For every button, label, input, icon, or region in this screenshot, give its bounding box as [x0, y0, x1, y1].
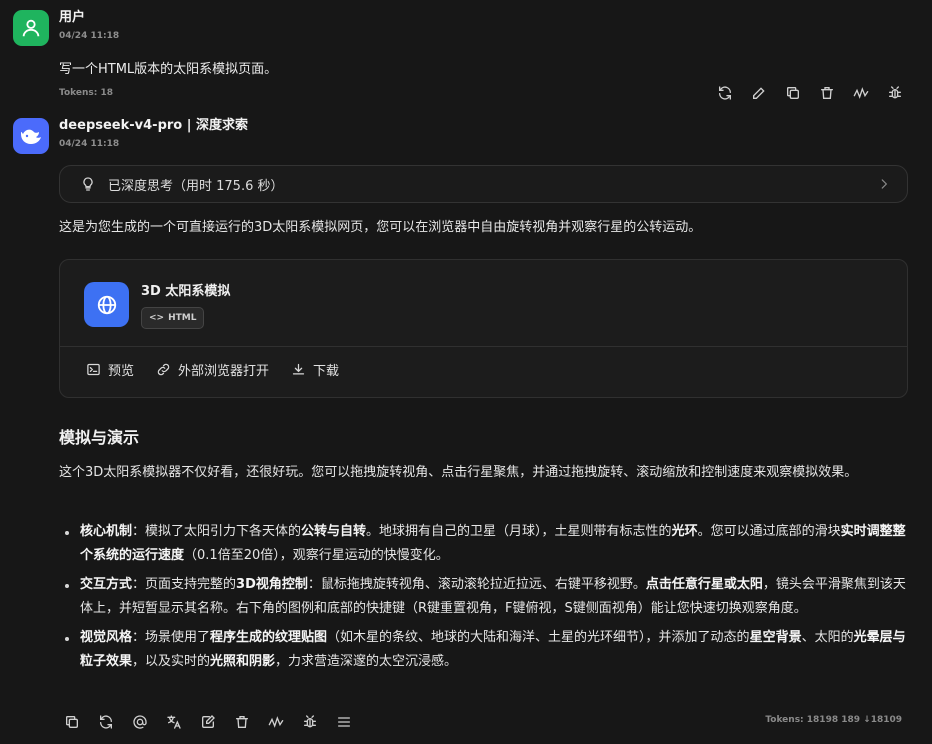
artifact-icon-box: [84, 282, 129, 327]
preview-label: 预览: [108, 364, 135, 379]
refresh-icon: [719, 86, 731, 100]
list-text: 、太阳的: [801, 630, 854, 645]
list-text: 。您可以通过底部的滑块: [697, 524, 841, 539]
list-text: ：场景使用了: [132, 630, 211, 645]
user-action-bar: [708, 82, 912, 104]
bold-text: 程序生成的纹理贴图: [210, 630, 328, 645]
debug-button[interactable]: [878, 82, 912, 104]
section-heading: 模拟与演示: [59, 428, 140, 447]
user-icon: [22, 19, 40, 37]
delete-icon: [821, 87, 833, 99]
bullet-dot: [65, 584, 69, 588]
chat-page: 用户 04/24 11:18 写一个HTML版本的太阳系模拟页面。 Tokens…: [0, 0, 932, 744]
lightbulb-icon: [83, 177, 93, 191]
bold-text: 核心机制: [80, 524, 133, 539]
mention-icon: [133, 715, 147, 729]
wave-icon: [853, 87, 869, 99]
chevron-right-icon: [881, 179, 888, 189]
bullet-dot: [65, 637, 69, 641]
thinking-label: 已深度思考（用时 175.6 秒）: [108, 178, 284, 194]
feature-list: 核心机制：模拟了太阳引力下各天体的公转与自转。地球拥有自己的卫星（月球），土星则…: [62, 520, 912, 679]
edit-note-icon: [202, 715, 215, 728]
list-item: 核心机制：模拟了太阳引力下各天体的公转与自转。地球拥有自己的卫星（月球），土星则…: [62, 520, 912, 568]
user-tokens: Tokens: 18: [59, 88, 113, 98]
list-text: ：模拟了太阳引力下各天体的: [132, 524, 302, 539]
list-text: ，力求营造深邃的太空沉浸感。: [275, 654, 458, 669]
menu-icon: [338, 717, 350, 727]
delete-icon: [236, 716, 248, 728]
user-avatar[interactable]: [13, 10, 49, 46]
user-message-header: 用户 04/24 11:18: [13, 10, 119, 46]
assistant-intro: 这是为您生成的一个可直接运行的3D太阳系模拟网页，您可以在浏览器中自由旋转视角并…: [59, 220, 702, 235]
section-paragraph: 这个3D太阳系模拟器不仅好看，还很好玩。您可以拖拽旋转视角、点击行星聚焦，并通过…: [59, 465, 858, 480]
bug-icon: [304, 715, 316, 728]
artifact-actions: 预览 外部浏览器打开 下载: [86, 360, 361, 379]
translate-button[interactable]: [157, 711, 191, 733]
list-text: ：鼠标拖拽旋转视角、滚动滚轮拉近拉远、右键平移视野。: [307, 577, 646, 592]
artifact-card-header[interactable]: 3D 太阳系模拟 <> HTML: [60, 260, 907, 347]
edit-button[interactable]: [742, 82, 776, 104]
list-item: 交互方式：页面支持完整的3D视角控制：鼠标拖拽旋转视角、滚动滚轮拉近拉远、右键平…: [62, 573, 912, 621]
wave-button[interactable]: [259, 711, 293, 733]
copy-button[interactable]: [776, 82, 810, 104]
copy-icon: [787, 87, 799, 99]
translate-icon: [167, 715, 181, 729]
list-text: 。地球拥有自己的卫星（月球），土星则带有标志性的: [366, 524, 672, 539]
bold-text: 点击任意行星或太阳: [645, 577, 763, 592]
list-text: ：页面支持完整的: [132, 577, 237, 592]
terminal-icon: [87, 363, 100, 376]
user-message-text: 写一个HTML版本的太阳系模拟页面。: [59, 62, 278, 77]
open-external-label: 外部浏览器打开: [178, 364, 270, 379]
wave-button[interactable]: [844, 82, 878, 104]
bold-text: 光照和阴影: [210, 654, 276, 669]
bold-text: 公转与自转: [301, 524, 367, 539]
download-label: 下载: [313, 364, 340, 379]
assistant-action-bar: [55, 711, 361, 733]
download-button[interactable]: 下载: [291, 360, 339, 379]
delete-button[interactable]: [225, 711, 259, 733]
artifact-title: 3D 太阳系模拟: [141, 284, 231, 299]
mention-button[interactable]: [123, 711, 157, 733]
globe-icon: [97, 295, 116, 314]
regenerate-button[interactable]: [89, 711, 123, 733]
bold-text: 交互方式: [80, 577, 133, 592]
copy-icon: [66, 716, 78, 728]
wave-icon: [268, 716, 284, 728]
regenerate-button[interactable]: [708, 82, 742, 104]
whale-icon: [21, 129, 41, 144]
bold-text: 3D视角控制: [236, 577, 308, 592]
artifact-card: 3D 太阳系模拟 <> HTML 预览 外部浏览器打开 下载: [59, 259, 908, 398]
list-text: （0.1倍至20倍），观察行星运动的快慢变化。: [184, 548, 449, 563]
list-text: ，以及实时的: [132, 654, 211, 669]
bold-text: 视觉风格: [80, 630, 133, 645]
bullet-dot: [65, 531, 69, 535]
edit-icon: [753, 87, 765, 99]
assistant-tokens: Tokens: 18198 189 ↓18109: [765, 715, 902, 725]
edit-note-button[interactable]: [191, 711, 225, 733]
open-external-button[interactable]: 外部浏览器打开: [156, 360, 269, 379]
assistant-name: deepseek-v4-pro | 深度求索: [59, 118, 249, 133]
copy-button[interactable]: [55, 711, 89, 733]
bold-text: 星空背景: [749, 630, 802, 645]
list-text: （如木星的条纹、地球的大陆和海洋、土星的光环细节），并添加了动态的: [327, 630, 750, 645]
more-menu-button[interactable]: [327, 711, 361, 733]
bold-text: 光环: [671, 524, 698, 539]
assistant-message-header: deepseek-v4-pro | 深度求索 04/24 11:18: [13, 118, 248, 154]
artifact-type-badge: <> HTML: [141, 307, 205, 329]
preview-button[interactable]: 预览: [86, 360, 134, 379]
debug-button[interactable]: [293, 711, 327, 733]
user-name: 用户: [59, 10, 86, 25]
download-icon: [292, 363, 305, 375]
code-icon: <>: [149, 313, 165, 323]
assistant-message-time: 04/24 11:18: [59, 139, 120, 149]
list-item: 视觉风格：场景使用了程序生成的纹理贴图（如木星的条纹、地球的大陆和海洋、土星的光…: [62, 626, 912, 674]
bug-icon: [889, 86, 901, 99]
delete-button[interactable]: [810, 82, 844, 104]
refresh-icon: [100, 715, 112, 729]
link-icon: [157, 363, 170, 376]
artifact-type-label: HTML: [168, 313, 197, 323]
user-message-time: 04/24 11:18: [59, 31, 120, 41]
assistant-avatar[interactable]: [13, 118, 49, 154]
thinking-toggle[interactable]: 已深度思考（用时 175.6 秒）: [59, 165, 908, 203]
